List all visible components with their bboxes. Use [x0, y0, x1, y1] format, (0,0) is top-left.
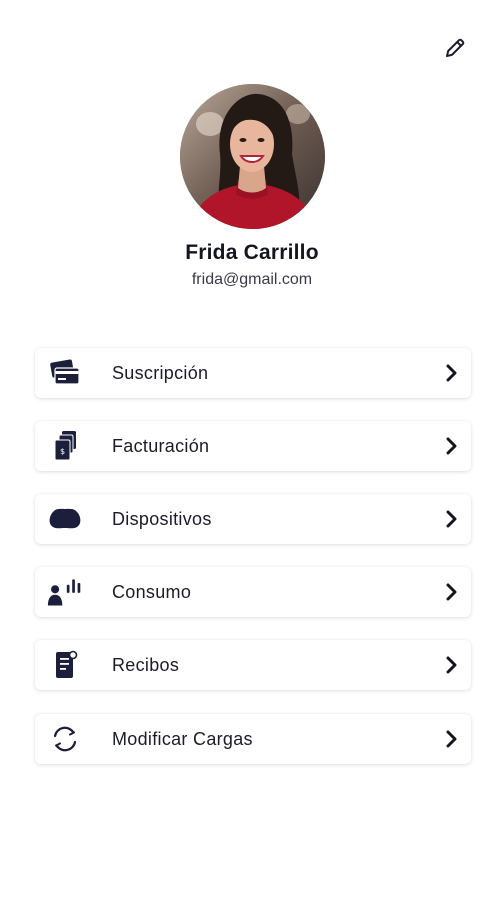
invoice-stack-icon: $: [47, 430, 83, 462]
user-name: Frida Carrillo: [185, 241, 319, 264]
menu-item-modificar-cargas[interactable]: Modificar Cargas: [35, 714, 471, 764]
profile-screen: Frida Carrillo frida@gmail.com Suscripci…: [0, 0, 504, 900]
svg-text:$: $: [60, 447, 65, 456]
menu-item-facturacion[interactable]: $ Facturación: [35, 421, 471, 471]
chevron-right-icon: [441, 363, 461, 383]
chevron-right-icon: [441, 509, 461, 529]
credit-card-icon: [47, 357, 83, 389]
menu-item-label: Suscripción: [112, 362, 209, 383]
user-email: frida@gmail.com: [191, 271, 313, 288]
menu-item-label: Facturación: [112, 435, 210, 456]
avatar[interactable]: [179, 84, 325, 229]
device-icon: [47, 503, 83, 535]
chevron-right-icon: [441, 436, 461, 456]
menu-item-dispositivos[interactable]: Dispositivos: [35, 494, 471, 544]
chevron-right-icon: [441, 655, 461, 675]
menu-item-label: Modificar Cargas: [112, 728, 253, 749]
chevron-right-icon: [441, 582, 461, 602]
refresh-icon: [47, 723, 83, 755]
receipt-icon: [47, 649, 83, 681]
pencil-icon: [446, 38, 465, 57]
user-consumption-icon: [47, 576, 83, 608]
menu-item-suscripcion[interactable]: Suscripción: [35, 348, 471, 398]
menu-item-recibos[interactable]: Recibos: [35, 640, 471, 690]
menu-item-label: Dispositivos: [112, 508, 212, 529]
menu-item-label: Consumo: [112, 581, 192, 602]
edit-profile-button[interactable]: [441, 34, 469, 62]
profile-photo: [179, 84, 325, 229]
profile-header: Frida Carrillo frida@gmail.com: [0, 84, 504, 289]
menu-item-label: Recibos: [112, 654, 180, 675]
menu-item-consumo[interactable]: Consumo: [35, 567, 471, 617]
chevron-right-icon: [441, 729, 461, 749]
